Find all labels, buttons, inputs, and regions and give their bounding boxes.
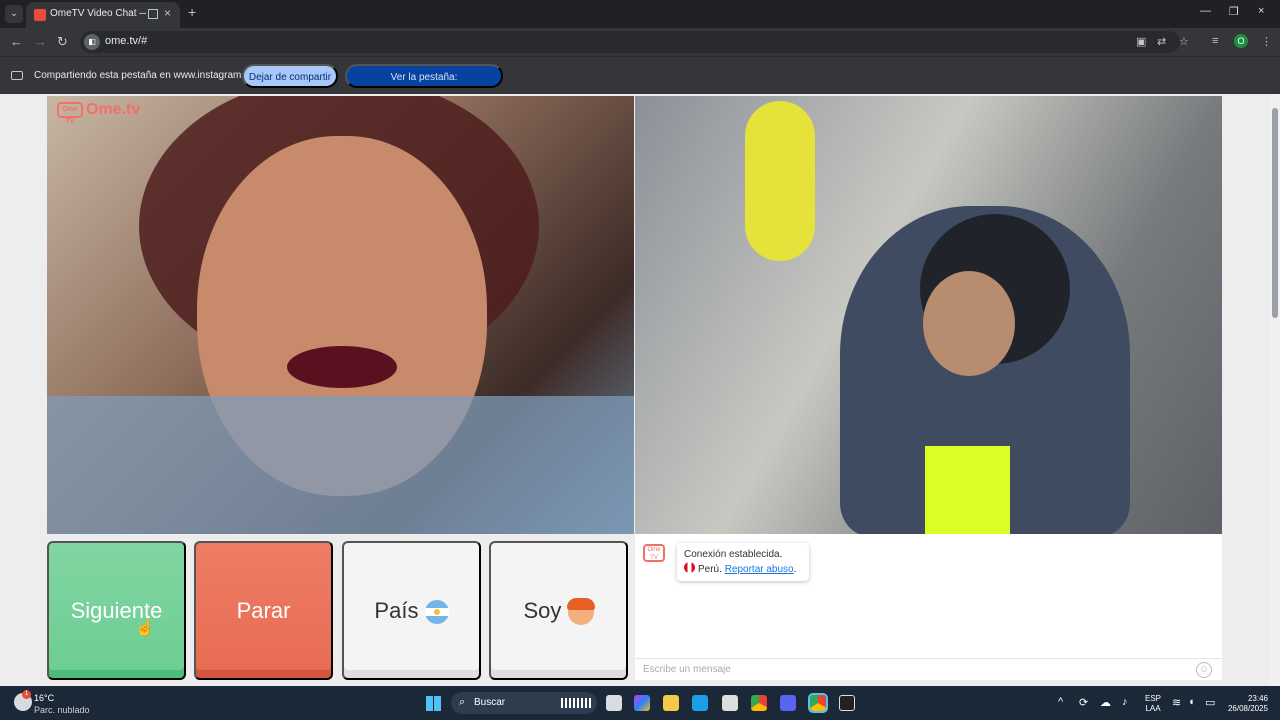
taskbar-search[interactable]: ⌕ Buscar xyxy=(451,692,597,714)
gender-button[interactable]: Soy xyxy=(489,541,628,680)
video-lips-shape xyxy=(287,346,397,388)
weather-temperature[interactable]: 16°C xyxy=(34,693,54,703)
close-tab-icon[interactable]: × xyxy=(164,6,171,20)
clock-time: 23:46 xyxy=(1247,694,1268,703)
message-input[interactable]: Escribe un mensaje ☺ xyxy=(635,658,1222,680)
profile-avatar[interactable]: O xyxy=(1234,34,1248,48)
tab-title: OmeTV Video Chat — Ome xyxy=(50,8,146,19)
chat-panel: Ome TV Conexión establecida. Perú. Report… xyxy=(635,534,1222,680)
onedrive-icon[interactable]: ☁ xyxy=(1100,696,1111,709)
minimize-icon[interactable]: — xyxy=(1200,5,1211,17)
stop-sharing-button[interactable]: Dejar de compartir xyxy=(242,64,338,88)
search-highlight-icon xyxy=(561,698,591,708)
media-control-icon[interactable]: ≡ xyxy=(1212,35,1218,47)
search-label: Buscar xyxy=(474,697,506,708)
address-bar[interactable]: ◧ ome.tv/# xyxy=(80,31,1180,53)
menu-kebab-icon[interactable]: ⋮ xyxy=(1261,35,1272,48)
discord-icon[interactable] xyxy=(780,695,796,711)
sync-icon[interactable]: ⟳ xyxy=(1079,696,1088,709)
video-shirt-shape xyxy=(925,446,1010,534)
logo-text: Ome.tv xyxy=(86,101,141,118)
tab-list-button[interactable]: ⌄ xyxy=(5,5,23,23)
stop-label: Parar xyxy=(236,597,291,623)
bookmark-star-icon[interactable]: ☆ xyxy=(1179,35,1189,48)
site-info-icon[interactable]: ◧ xyxy=(84,34,100,50)
video-yellow-coat-shape xyxy=(745,101,815,261)
weather-description[interactable]: Parc. nublado xyxy=(34,705,90,715)
browser-tabbar: ⌄ OmeTV Video Chat — Ome × + — ❐ × xyxy=(0,0,1280,28)
clock-date: 26/08/2025 xyxy=(1227,704,1268,713)
search-icon: ⌕ xyxy=(459,696,466,708)
language-top: ESP xyxy=(1145,694,1162,703)
connection-message: Conexión establecida. Perú. Reportar abu… xyxy=(677,543,809,581)
country-text: Perú. xyxy=(698,564,722,575)
language-bottom: LAA xyxy=(1145,704,1161,713)
chrome-active-icon[interactable] xyxy=(808,693,828,713)
steam-icon[interactable] xyxy=(839,695,855,711)
volume-icon[interactable]: ◖ xyxy=(1188,696,1195,708)
tab-sharing-icon xyxy=(148,9,158,19)
ometv-chat-icon: Ome TV xyxy=(643,544,665,562)
browser-tab[interactable]: OmeTV Video Chat — Ome × xyxy=(26,2,180,28)
scroll-thumb[interactable] xyxy=(1272,108,1278,318)
page-scrollbar[interactable] xyxy=(1270,94,1280,686)
url-text[interactable]: ome.tv/# xyxy=(105,35,147,47)
screen-share-icon xyxy=(11,71,23,80)
browser-toolbar: ← → ↻ ◧ ome.tv/# ▣ ⇄ ☆ ≡ O ⋮ xyxy=(0,28,1280,56)
person-emoji-icon xyxy=(566,597,595,625)
restore-icon[interactable]: ❐ xyxy=(1229,5,1239,18)
ometv-logo: Ome TVOme.tv xyxy=(57,101,141,125)
new-tab-icon[interactable]: + xyxy=(188,4,196,20)
stranger-video: Ome TVOme.tv xyxy=(47,96,634,534)
cast-icon[interactable]: ▣ xyxy=(1136,35,1146,48)
file-explorer-icon[interactable] xyxy=(663,695,679,711)
emoji-picker-icon[interactable]: ☺ xyxy=(1196,662,1212,678)
self-video xyxy=(635,96,1222,534)
microphone-icon[interactable]: ♪ xyxy=(1122,696,1128,708)
screen-share-bar: Compartiendo esta pestaña en www.instagr… xyxy=(0,56,1280,107)
view-tab-button[interactable]: Ver la pestaña: www.instagram.com xyxy=(345,64,503,107)
video-jacket-shape xyxy=(47,396,634,534)
store-icon[interactable] xyxy=(722,695,738,711)
copilot-icon[interactable] xyxy=(634,695,650,711)
next-button[interactable]: Siguiente ☝ xyxy=(47,541,186,680)
country-label: País xyxy=(374,597,419,623)
back-icon[interactable]: ← xyxy=(10,34,23,49)
argentina-flag-icon xyxy=(424,599,449,624)
weather-badge: 1 xyxy=(22,690,31,699)
forward-icon[interactable]: → xyxy=(34,34,47,49)
windows-start-icon[interactable] xyxy=(426,696,441,711)
edge-icon[interactable] xyxy=(692,695,708,711)
translate-icon[interactable]: ⇄ xyxy=(1157,35,1166,48)
mouse-cursor-icon: ☝ xyxy=(135,620,155,637)
windows-taskbar: 1 16°C Parc. nublado ⌕ Buscar ^ ⟳ ☁ ♪ ES… xyxy=(0,686,1280,720)
country-button[interactable]: País xyxy=(342,541,481,680)
report-abuse-link[interactable]: Reportar abuso xyxy=(725,564,794,575)
message-placeholder: Escribe un mensaje xyxy=(643,664,731,675)
ometv-page: Ome TVOme.tv Siguiente ☝ Parar País Soy … xyxy=(0,94,1280,686)
gender-label: Soy xyxy=(523,597,562,623)
system-clock[interactable]: 23:46 26/08/2025 xyxy=(1220,694,1268,714)
connection-text: Conexión establecida. xyxy=(684,549,783,560)
share-message: Compartiendo esta pestaña en www.instagr… xyxy=(34,70,264,81)
tray-overflow-icon[interactable]: ^ xyxy=(1058,696,1063,708)
ometv-tv-icon: Ome TV xyxy=(57,101,83,125)
peru-flag-icon xyxy=(684,562,695,573)
wifi-icon[interactable]: ≋ xyxy=(1172,696,1181,709)
stop-button[interactable]: Parar xyxy=(194,541,333,680)
task-view-icon[interactable] xyxy=(606,695,622,711)
battery-icon[interactable]: ▭ xyxy=(1205,696,1215,709)
ometv-favicon-icon xyxy=(34,9,46,21)
video-skin-shape xyxy=(923,271,1015,376)
language-indicator[interactable]: ESP LAA xyxy=(1145,694,1161,714)
reload-icon[interactable]: ↻ xyxy=(57,34,68,50)
close-window-icon[interactable]: × xyxy=(1258,5,1264,17)
chrome-icon[interactable] xyxy=(751,695,767,711)
